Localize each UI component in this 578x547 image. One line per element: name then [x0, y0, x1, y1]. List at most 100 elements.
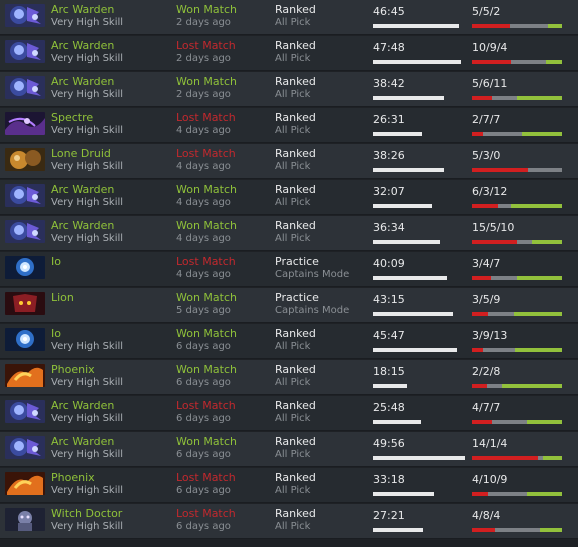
hero-name[interactable]: Arc Warden: [51, 435, 114, 448]
skill-bracket: Very High Skill: [51, 161, 124, 172]
duration-bar: [373, 204, 432, 208]
match-date: 4 days ago: [176, 197, 231, 208]
hero-portrait-icon: [5, 292, 45, 315]
kills-segment: [472, 240, 517, 244]
hero-name[interactable]: Spectre: [51, 111, 93, 124]
hero-name[interactable]: Arc Warden: [51, 39, 114, 52]
match-result[interactable]: Lost Match: [176, 147, 236, 160]
match-duration: 40:09: [373, 257, 405, 270]
match-date: 5 days ago: [176, 305, 231, 316]
match-result[interactable]: Won Match: [176, 75, 237, 88]
kda-text: 3/5/9: [472, 293, 501, 306]
hero-name[interactable]: Arc Warden: [51, 183, 114, 196]
hero-name[interactable]: Arc Warden: [51, 219, 114, 232]
match-row[interactable]: Arc Warden Very High Skill Won Match 2 days…: [0, 0, 578, 35]
match-row[interactable]: Lone Druid Very High Skill Lost Match 4 day…: [0, 144, 578, 179]
match-date: 6 days ago: [176, 413, 231, 424]
lobby-type: Ranked: [275, 507, 316, 520]
duration-bar: [373, 348, 457, 352]
deaths-segment: [498, 204, 511, 208]
match-row[interactable]: Io Lost Match 4 days ago Practice Captains M…: [0, 252, 578, 287]
match-row[interactable]: Lion Won Match 5 days ago Practice Captains …: [0, 288, 578, 323]
hero-portrait-icon: [5, 184, 45, 207]
kills-segment: [472, 528, 495, 532]
deaths-segment: [487, 384, 502, 388]
match-result[interactable]: Lost Match: [176, 399, 236, 412]
match-result[interactable]: Lost Match: [176, 39, 236, 52]
assists-segment: [527, 492, 562, 496]
duration-bar: [373, 96, 444, 100]
match-result[interactable]: Lost Match: [176, 255, 236, 268]
match-duration: 36:34: [373, 221, 405, 234]
match-duration: 25:48: [373, 401, 405, 414]
lobby-type: Practice: [275, 291, 319, 304]
match-result[interactable]: Won Match: [176, 219, 237, 232]
match-duration: 26:31: [373, 113, 405, 126]
hero-name[interactable]: Io: [51, 327, 61, 340]
hero-name[interactable]: Phoenix: [51, 471, 95, 484]
match-duration: 33:18: [373, 473, 405, 486]
deaths-segment: [511, 60, 546, 64]
duration-bar: [373, 420, 421, 424]
match-row[interactable]: Arc Warden Very High Skill Won Match 2 days…: [0, 72, 578, 107]
match-row[interactable]: Phoenix Very High Skill Won Match 6 days ag…: [0, 360, 578, 395]
hero-portrait-icon: [5, 40, 45, 63]
match-date: 2 days ago: [176, 17, 231, 28]
hero-name[interactable]: Lion: [51, 291, 74, 304]
skill-bracket: Very High Skill: [51, 53, 124, 64]
game-mode: Captains Mode: [275, 269, 350, 280]
hero-name[interactable]: Lone Druid: [51, 147, 111, 160]
match-result[interactable]: Won Match: [176, 327, 237, 340]
kda-bar: [472, 528, 562, 532]
hero-name[interactable]: Arc Warden: [51, 399, 114, 412]
kda-text: 3/4/7: [472, 257, 501, 270]
match-row[interactable]: Arc Warden Very High Skill Lost Match 6 day…: [0, 396, 578, 431]
hero-name[interactable]: Io: [51, 255, 61, 268]
skill-bracket: Very High Skill: [51, 521, 124, 532]
skill-bracket: Very High Skill: [51, 125, 124, 136]
kda-text: 3/9/13: [472, 329, 508, 342]
match-result[interactable]: Lost Match: [176, 507, 236, 520]
match-row[interactable]: Arc Warden Very High Skill Lost Match 2 day…: [0, 36, 578, 71]
kda-bar: [472, 420, 562, 424]
assists-segment: [543, 456, 562, 460]
match-row[interactable]: Arc Warden Very High Skill Won Match 4 days…: [0, 216, 578, 251]
assists-segment: [511, 204, 562, 208]
lobby-type: Ranked: [275, 435, 316, 448]
game-mode: All Pick: [275, 341, 311, 352]
game-mode: All Pick: [275, 521, 311, 532]
duration-bar: [373, 492, 434, 496]
game-mode: All Pick: [275, 449, 311, 460]
match-result[interactable]: Won Match: [176, 183, 237, 196]
match-result[interactable]: Won Match: [176, 291, 237, 304]
match-result[interactable]: Won Match: [176, 435, 237, 448]
game-mode: All Pick: [275, 485, 311, 496]
match-result[interactable]: Won Match: [176, 363, 237, 376]
kda-text: 4/10/9: [472, 473, 508, 486]
hero-portrait-icon: [5, 472, 45, 495]
match-row[interactable]: Io Very High Skill Won Match 6 days ago Rank…: [0, 324, 578, 359]
assists-segment: [517, 276, 562, 280]
hero-portrait-icon: [5, 256, 45, 279]
match-row[interactable]: Witch Doctor Very High Skill Lost Match 6 d…: [0, 504, 578, 539]
game-mode: All Pick: [275, 233, 311, 244]
hero-name[interactable]: Arc Warden: [51, 75, 114, 88]
match-row[interactable]: Arc Warden Very High Skill Won Match 6 days…: [0, 432, 578, 467]
assists-segment: [527, 420, 562, 424]
match-row[interactable]: Spectre Very High Skill Lost Match 4 days a…: [0, 108, 578, 143]
match-row[interactable]: Arc Warden Very High Skill Won Match 4 days…: [0, 180, 578, 215]
match-result[interactable]: Lost Match: [176, 111, 236, 124]
hero-name[interactable]: Witch Doctor: [51, 507, 122, 520]
hero-name[interactable]: Arc Warden: [51, 3, 114, 16]
match-date: 6 days ago: [176, 449, 231, 460]
duration-bar: [373, 528, 423, 532]
match-date: 4 days ago: [176, 269, 231, 280]
game-mode: All Pick: [275, 53, 311, 64]
match-result[interactable]: Lost Match: [176, 471, 236, 484]
duration-bar: [373, 24, 459, 28]
hero-name[interactable]: Phoenix: [51, 363, 95, 376]
match-result[interactable]: Won Match: [176, 3, 237, 16]
lobby-type: Ranked: [275, 75, 316, 88]
deaths-segment: [483, 348, 515, 352]
match-row[interactable]: Phoenix Very High Skill Lost Match 6 days a…: [0, 468, 578, 503]
